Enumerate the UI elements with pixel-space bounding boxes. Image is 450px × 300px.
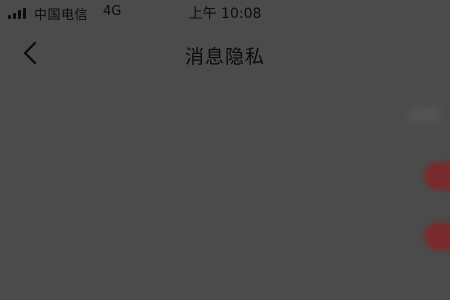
toggle-switch[interactable] <box>424 222 450 250</box>
toggle-switch[interactable] <box>424 162 450 190</box>
settings-row-1[interactable] <box>0 98 450 138</box>
status-bar: 中国电信 4G 上午 10:08 <box>0 0 450 26</box>
page-title: 消息隐私 <box>184 46 265 68</box>
settings-row-value <box>410 108 440 122</box>
status-time: 上午 10:08 <box>188 6 262 22</box>
settings-row-3[interactable] <box>0 216 450 256</box>
navigation-bar: 消息隐私 <box>0 26 450 82</box>
settings-row-2[interactable] <box>0 156 450 196</box>
screen: 中国电信 4G 上午 10:08 消息隐私 <box>0 0 450 300</box>
